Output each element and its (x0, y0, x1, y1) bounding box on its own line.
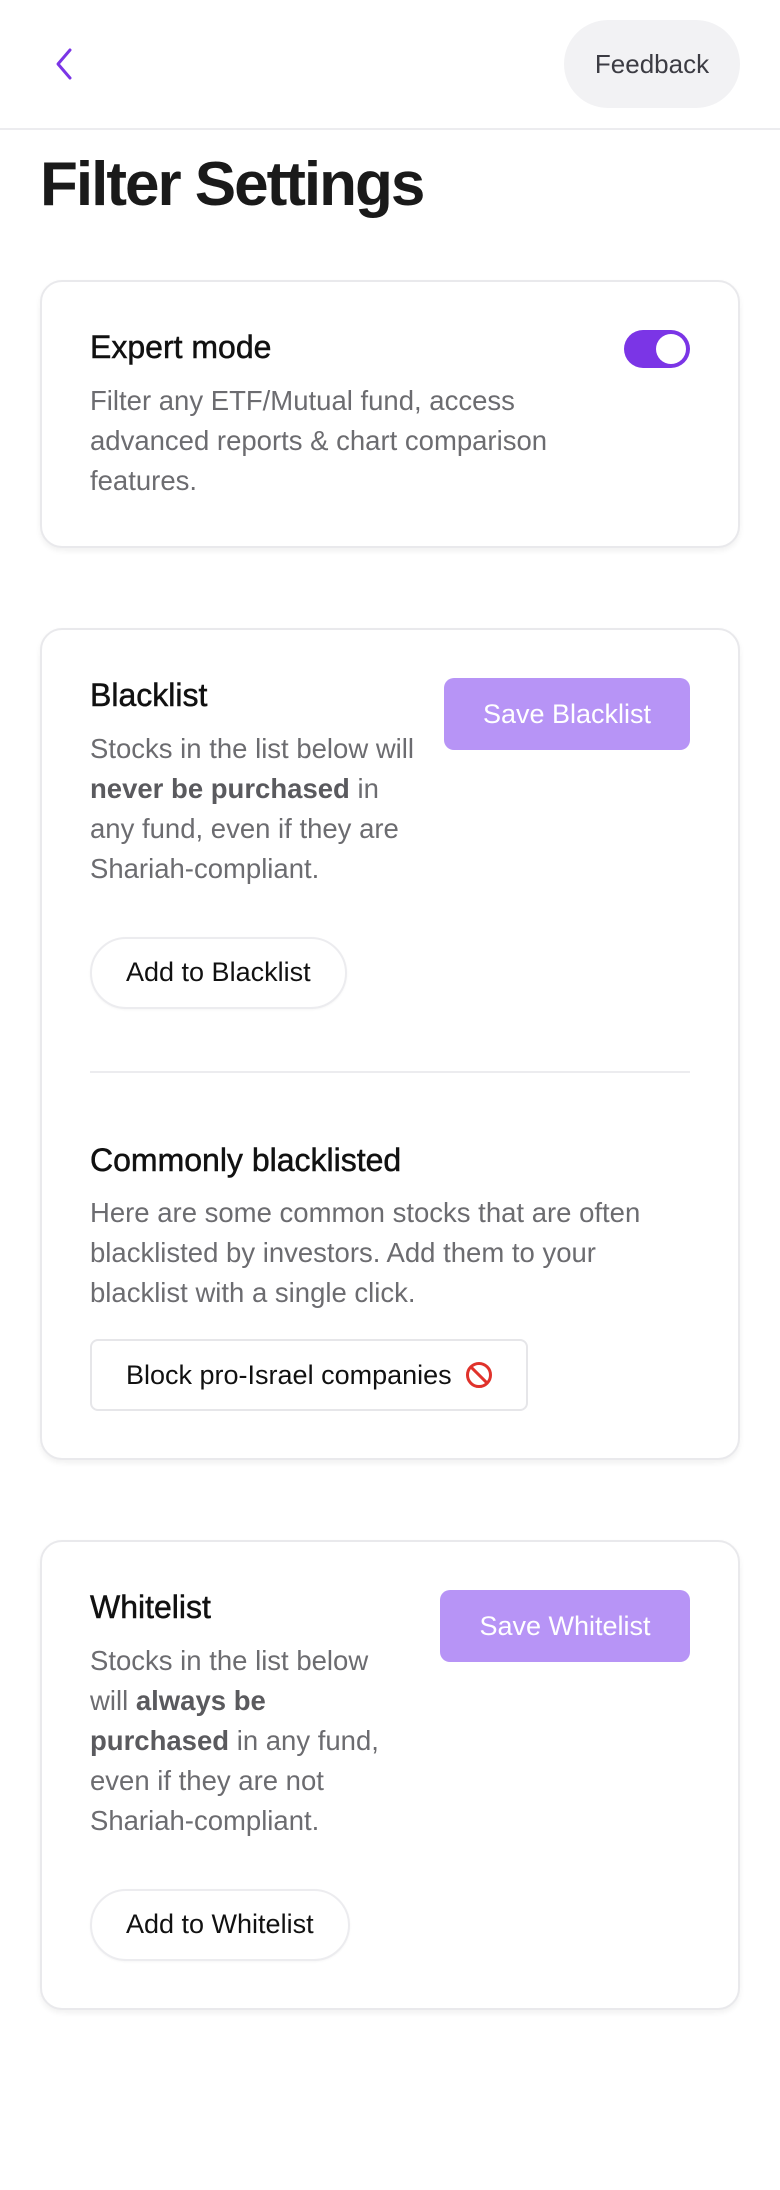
add-to-whitelist-button[interactable]: Add to Whitelist (90, 1888, 350, 1961)
toggle-knob (656, 334, 686, 365)
whitelist-description: Stocks in the list below will always be … (90, 1641, 410, 1841)
blacklist-desc-bold: never be purchased (90, 772, 350, 804)
expert-mode-toggle[interactable] (624, 330, 690, 369)
divider (90, 1070, 690, 1073)
block-pro-israel-label: Block pro-Israel companies (126, 1359, 452, 1390)
back-button[interactable] (40, 40, 88, 88)
add-to-blacklist-button[interactable]: Add to Blacklist (90, 936, 347, 1009)
blacklist-desc-part1: Stocks in the list below will (90, 732, 415, 764)
feedback-button[interactable]: Feedback (564, 20, 740, 108)
commonly-blacklisted-description: Here are some common stocks that are oft… (90, 1197, 641, 1309)
commonly-blacklisted-title: Commonly blacklisted (90, 1141, 402, 1179)
no-entry-icon (465, 1362, 492, 1389)
blacklist-description: Stocks in the list below will never be p… (90, 729, 430, 889)
expert-mode-title: Expert mode (90, 329, 272, 366)
save-blacklist-button[interactable]: Save Blacklist (444, 678, 690, 751)
save-whitelist-button[interactable]: Save Whitelist (440, 1590, 690, 1663)
whitelist-card: Whitelist Stocks in the list below will … (40, 1540, 740, 2011)
page-title: Filter Settings (40, 150, 425, 219)
expert-mode-card: Expert mode Filter any ETF/Mutual fund, … (40, 280, 740, 549)
top-bar: Feedback (0, 0, 780, 130)
blacklist-card: Blacklist Stocks in the list below will … (40, 628, 740, 1461)
block-pro-israel-button[interactable]: Block pro-Israel companies (90, 1339, 528, 1412)
expert-mode-description: Filter any ETF/Mutual fund, access advan… (90, 384, 548, 496)
chevron-left-icon (56, 48, 72, 80)
